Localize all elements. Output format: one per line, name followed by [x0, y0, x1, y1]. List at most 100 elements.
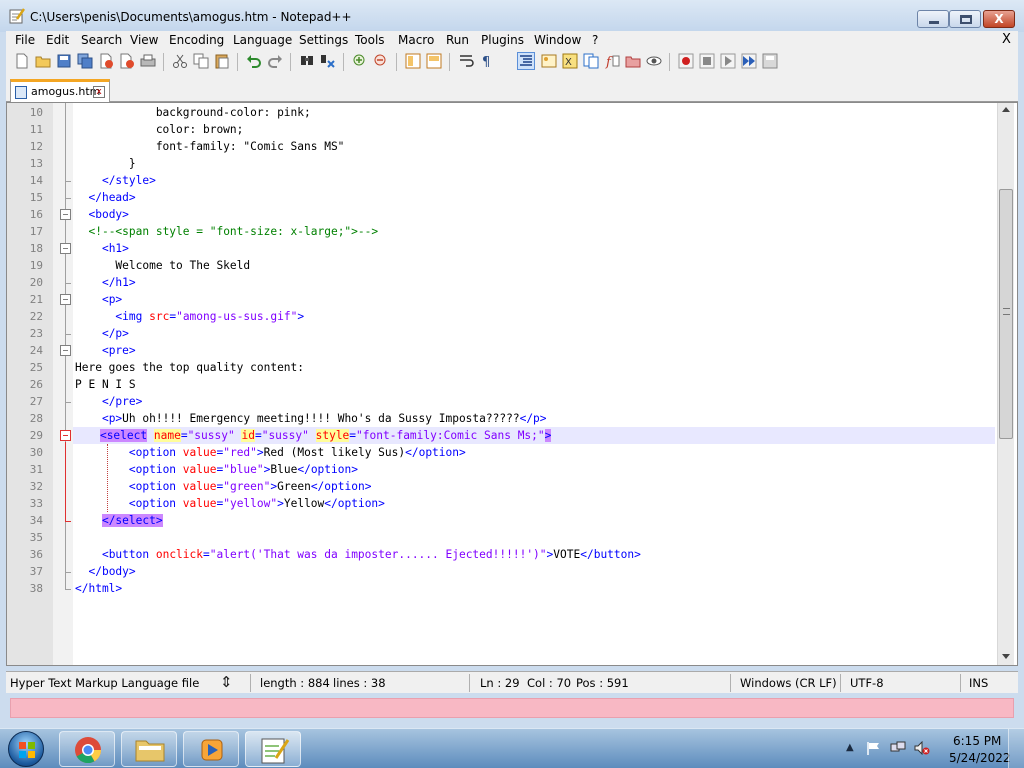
menu-tools[interactable]: Tools — [353, 32, 387, 48]
indent-guide-icon[interactable] — [517, 52, 535, 70]
monitoring-icon[interactable] — [646, 53, 662, 69]
code-line[interactable]: <option value="yellow">Yellow</option> — [75, 495, 385, 512]
show-all-chars-icon[interactable]: ¶ — [479, 53, 495, 69]
tab-close-icon[interactable]: x — [93, 86, 105, 98]
menu-settings[interactable]: Settings — [297, 32, 350, 48]
menu-run[interactable]: Run — [444, 32, 471, 48]
tab-amogus-htm[interactable]: amogus.htm x — [10, 79, 110, 103]
show-hidden-icons-arrow[interactable]: ▲ — [846, 742, 854, 753]
show-desktop-button[interactable] — [1008, 729, 1024, 768]
code-line[interactable]: </head> — [75, 189, 135, 206]
undo-icon[interactable] — [246, 53, 262, 69]
menu-help[interactable]: ? — [590, 32, 600, 48]
menu-edit[interactable]: Edit — [44, 32, 71, 48]
code-area[interactable]: background-color: pink; color: brown; fo… — [73, 103, 997, 665]
doc-map-icon[interactable]: X — [562, 53, 578, 69]
scroll-down-arrow-icon[interactable] — [1002, 654, 1010, 659]
replace-icon[interactable] — [320, 53, 336, 69]
word-wrap-icon[interactable] — [458, 53, 474, 69]
code-line[interactable]: <option value="blue">Blue</option> — [75, 461, 358, 478]
status-encoding[interactable]: UTF-8 — [850, 676, 884, 690]
action-center-flag-icon[interactable] — [866, 741, 882, 755]
code-line[interactable]: </select> — [75, 512, 163, 529]
maximize-button[interactable] — [949, 10, 981, 28]
fold-toggle-icon[interactable] — [60, 243, 71, 254]
code-line[interactable]: <img src="among-us-sus.gif"> — [75, 308, 304, 325]
function-list-icon[interactable]: f — [604, 53, 620, 69]
fold-toggle-icon[interactable] — [60, 345, 71, 356]
scroll-up-arrow-icon[interactable] — [1002, 107, 1010, 112]
record-macro-icon[interactable] — [678, 53, 694, 69]
menu-close-document[interactable]: X — [1002, 32, 1011, 48]
code-line[interactable]: <h1> — [75, 240, 129, 257]
fold-toggle-icon[interactable] — [60, 430, 71, 441]
volume-muted-icon[interactable] — [914, 741, 930, 755]
print-icon[interactable] — [140, 53, 156, 69]
code-line[interactable]: <select name="sussy" id="sussy" style="f… — [73, 427, 995, 444]
open-file-icon[interactable] — [35, 53, 51, 69]
status-eol[interactable]: Windows (CR LF) — [740, 676, 837, 690]
taskbar-explorer[interactable] — [121, 731, 177, 767]
title-bar[interactable]: C:\Users\penis\Documents\amogus.htm - No… — [0, 0, 1024, 32]
sync-vertical-icon[interactable] — [405, 53, 421, 69]
copy-icon[interactable] — [193, 53, 209, 69]
doc-list-icon[interactable] — [583, 53, 599, 69]
sync-horizontal-icon[interactable] — [426, 53, 442, 69]
code-line[interactable]: font-family: "Comic Sans MS" — [75, 138, 345, 155]
code-line[interactable]: <body> — [75, 206, 128, 223]
code-line[interactable]: <option value="green">Green</option> — [75, 478, 372, 495]
code-line[interactable]: <option value="red">Red (Most likely Sus… — [75, 444, 466, 461]
code-line[interactable]: Here goes the top quality content: — [75, 359, 304, 376]
code-line[interactable]: </html> — [75, 580, 122, 597]
paste-icon[interactable] — [214, 53, 230, 69]
menu-language[interactable]: Language — [231, 32, 294, 48]
code-line[interactable]: </style> — [75, 172, 156, 189]
close-button[interactable]: X — [983, 10, 1015, 28]
code-line[interactable]: </body> — [75, 563, 135, 580]
zoom-in-icon[interactable] — [352, 53, 368, 69]
cut-icon[interactable] — [172, 53, 188, 69]
menu-encoding[interactable]: Encoding — [167, 32, 226, 48]
network-icon[interactable] — [890, 741, 906, 755]
code-line[interactable]: <button onclick="alert('That was da impo… — [75, 546, 641, 563]
code-line[interactable]: <p>Uh oh!!!! Emergency meeting!!!! Who's… — [75, 410, 547, 427]
code-line[interactable]: <pre> — [75, 342, 136, 359]
code-line[interactable]: </p> — [75, 325, 129, 342]
fold-toggle-icon[interactable] — [60, 209, 71, 220]
redo-icon[interactable] — [267, 53, 283, 69]
find-icon[interactable] — [299, 53, 315, 69]
code-line[interactable]: <p> — [75, 291, 122, 308]
run-macro-multiple-icon[interactable] — [741, 53, 757, 69]
code-line[interactable]: <!--<span style = "font-size: x-large;">… — [75, 223, 378, 240]
code-line[interactable]: </pre> — [75, 393, 142, 410]
code-line[interactable]: color: brown; — [75, 121, 244, 138]
save-icon[interactable] — [56, 53, 72, 69]
fold-margin[interactable] — [53, 103, 73, 665]
code-line[interactable]: background-color: pink; — [75, 104, 311, 121]
menu-file[interactable]: File — [13, 32, 37, 48]
close-file-icon[interactable] — [98, 53, 114, 69]
fold-toggle-icon[interactable] — [60, 294, 71, 305]
taskbar-media-player[interactable] — [183, 731, 239, 767]
play-macro-icon[interactable] — [720, 53, 736, 69]
zoom-out-icon[interactable] — [373, 53, 389, 69]
menu-macro[interactable]: Macro — [396, 32, 436, 48]
code-line[interactable]: P E N I S — [75, 376, 136, 393]
clock-time[interactable]: 6:15 PM — [953, 734, 1001, 748]
code-line[interactable]: } — [75, 155, 136, 172]
code-line[interactable]: Welcome to The Skeld — [75, 257, 250, 274]
minimize-button[interactable] — [917, 10, 949, 28]
stop-macro-icon[interactable] — [699, 53, 715, 69]
menu-view[interactable]: View — [128, 32, 160, 48]
start-button[interactable] — [8, 731, 44, 767]
scrollbar-thumb[interactable] — [999, 189, 1013, 439]
save-macro-icon[interactable] — [762, 53, 778, 69]
user-lang-icon[interactable] — [541, 53, 557, 69]
vertical-scrollbar[interactable] — [997, 103, 1014, 665]
code-line[interactable]: </h1> — [75, 274, 136, 291]
close-all-icon[interactable] — [119, 53, 135, 69]
menu-window[interactable]: Window — [532, 32, 583, 48]
code-editor[interactable]: 10 11 12 13 14 15 16 17 18 19 20 21 22 23 24 25 26 27 28 29… — [6, 102, 1018, 666]
taskbar-chrome[interactable] — [59, 731, 115, 767]
menu-search[interactable]: Search — [79, 32, 124, 48]
